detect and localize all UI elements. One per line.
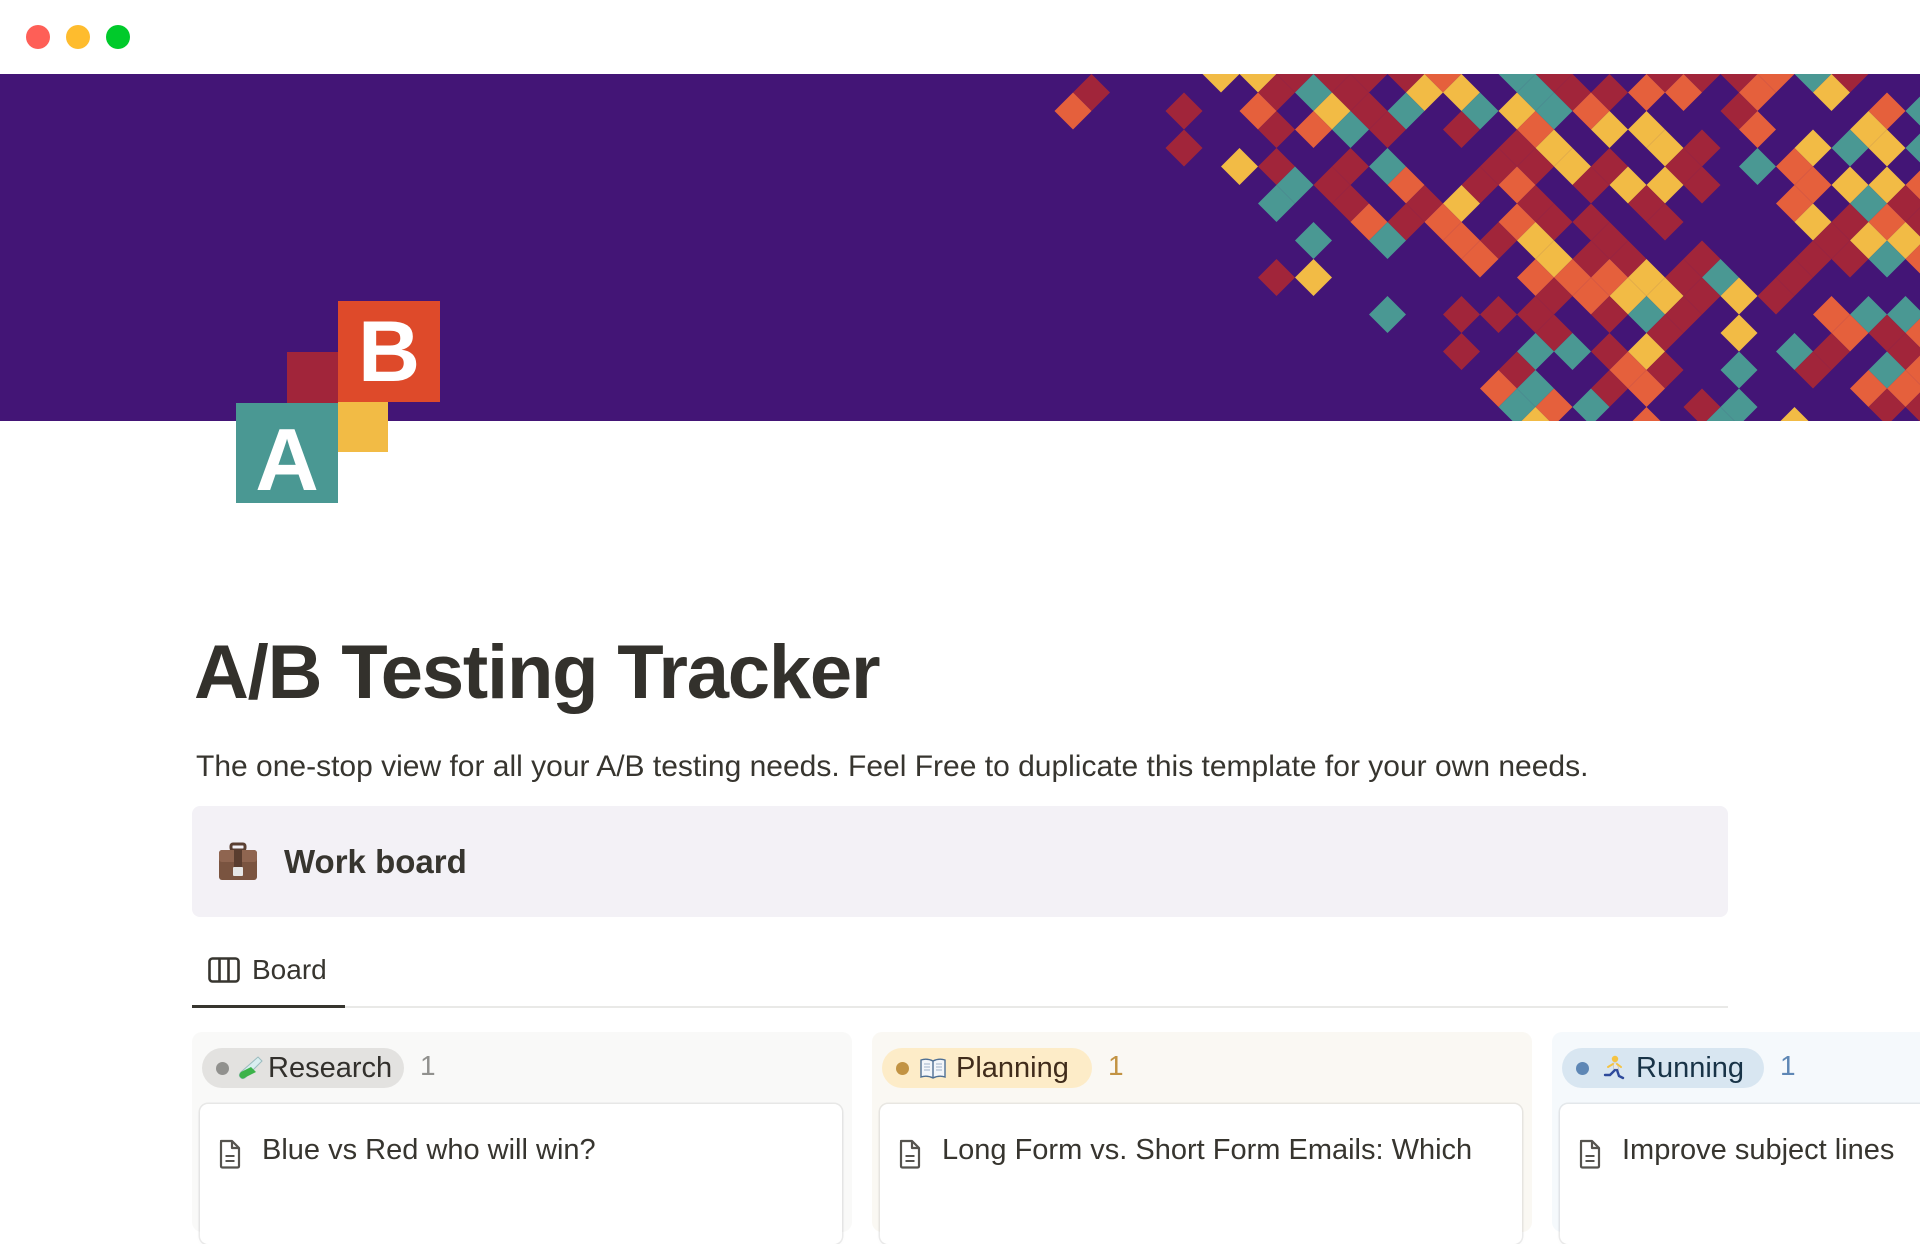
work-board-callout[interactable]: Work board: [192, 806, 1728, 917]
board-column-research: Research 1 Blue vs Red who will win?: [192, 1032, 852, 1232]
page-icon: [898, 1139, 922, 1169]
group-count: 1: [1780, 1048, 1796, 1084]
window-titlebar: [0, 0, 1920, 74]
group-label: Planning: [956, 1050, 1069, 1086]
status-dot: [1576, 1062, 1589, 1075]
board-column-running: Running 1 Improve subject lines: [1552, 1032, 1920, 1232]
page-cover-banner: [0, 74, 1920, 421]
test-tube-icon: [238, 1055, 264, 1081]
group-count: 1: [1108, 1048, 1124, 1084]
group-pill-planning[interactable]: Planning: [882, 1048, 1092, 1088]
page-icon: [218, 1139, 242, 1169]
board-icon: [208, 957, 240, 983]
card-title: Long Form vs. Short Form Emails: Which: [942, 1130, 1472, 1170]
view-tabs: Board: [192, 940, 1728, 1008]
group-label: Running: [1636, 1050, 1744, 1086]
board-card[interactable]: Long Form vs. Short Form Emails: Which: [880, 1104, 1522, 1244]
tab-board-label: Board: [252, 952, 327, 988]
close-window-button[interactable]: [26, 25, 50, 49]
group-count: 1: [420, 1048, 436, 1084]
status-dot: [896, 1062, 909, 1075]
tab-board[interactable]: Board: [192, 940, 345, 1008]
page-icon: [1578, 1139, 1602, 1169]
page-title[interactable]: A/B Testing Tracker: [194, 628, 879, 718]
callout-label: Work board: [284, 840, 467, 884]
card-title: Improve subject lines: [1622, 1130, 1894, 1170]
logo-letter-a: A: [255, 410, 319, 509]
group-pill-research[interactable]: Research: [202, 1048, 404, 1088]
group-label: Research: [268, 1050, 392, 1086]
board-card[interactable]: Blue vs Red who will win?: [200, 1104, 842, 1244]
status-dot: [216, 1062, 229, 1075]
group-pill-running[interactable]: Running: [1562, 1048, 1764, 1088]
active-tab-indicator: [192, 1005, 345, 1008]
briefcase-icon: [216, 840, 260, 884]
board-column-planning: Planning 1 Long Form vs. Short Form Emai…: [872, 1032, 1532, 1232]
zoom-window-button[interactable]: [106, 25, 130, 49]
page-description[interactable]: The one-stop view for all your A/B testi…: [196, 746, 1588, 788]
board-card[interactable]: Improve subject lines: [1560, 1104, 1920, 1244]
cover-pattern: [0, 74, 1920, 421]
card-title: Blue vs Red who will win?: [262, 1130, 596, 1170]
person-running-icon: [1600, 1055, 1626, 1081]
open-book-icon: [920, 1055, 946, 1081]
tabs-divider: [192, 1006, 1728, 1008]
minimize-window-button[interactable]: [66, 25, 90, 49]
